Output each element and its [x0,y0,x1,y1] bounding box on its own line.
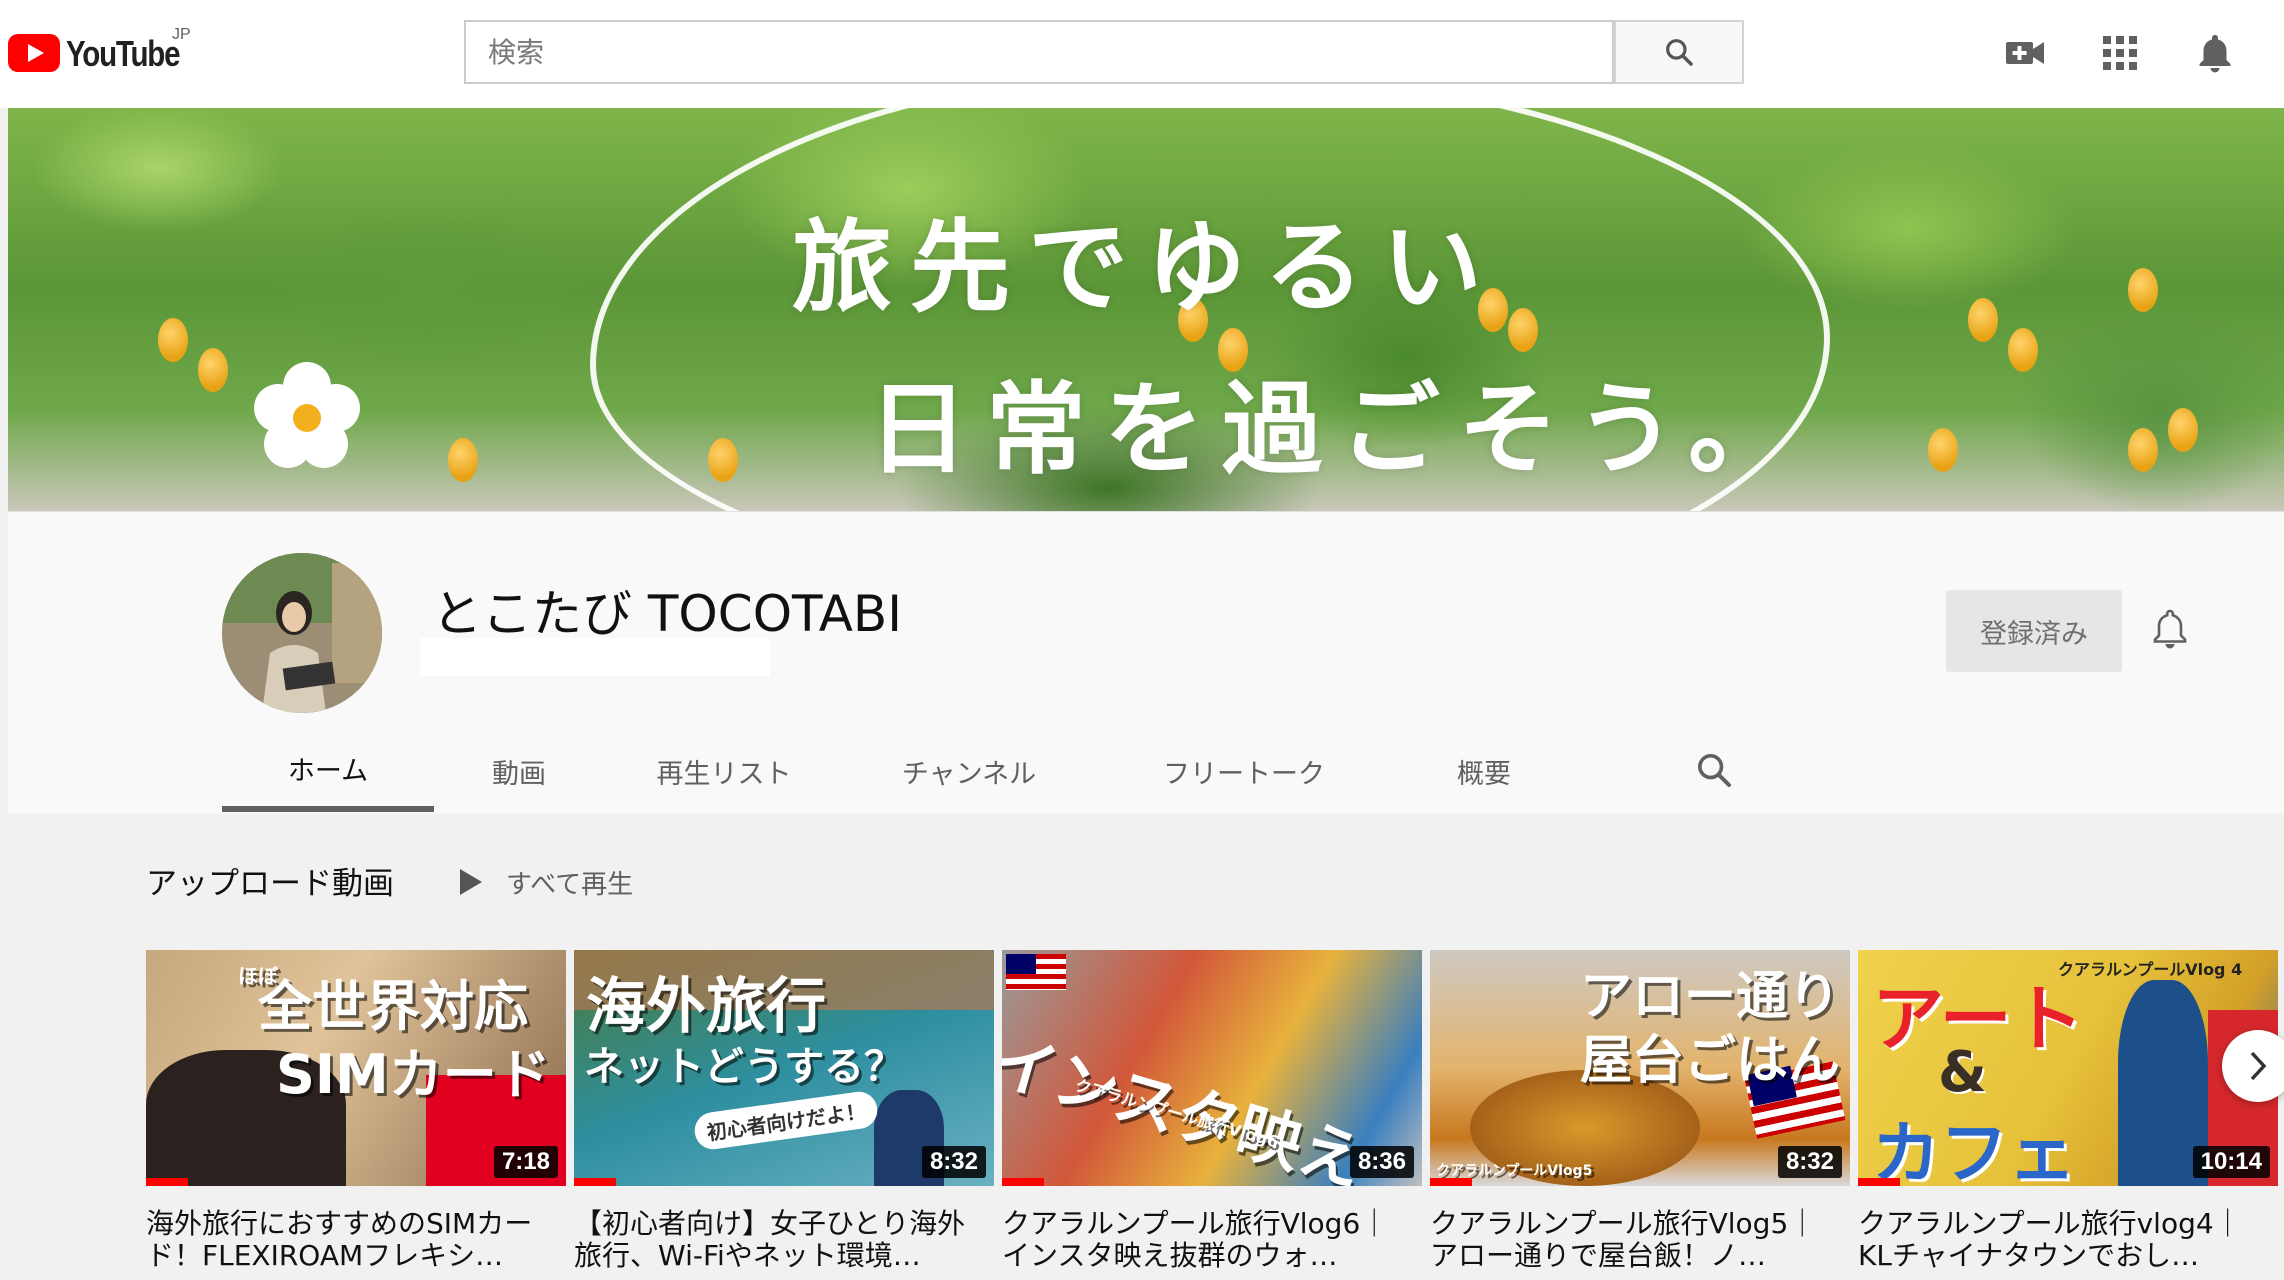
thumbnail-text: 屋台ごはん [1580,1031,1841,1091]
channel-name: とこたび TOCOTABI [432,585,902,643]
video-duration: 7:18 [493,1146,558,1178]
thumbnail-text: カフェ [1872,1115,2077,1186]
subscriber-count-redacted [420,638,770,676]
tab-home[interactable]: ホーム [222,730,434,812]
masthead: YouTube JP [0,0,2284,108]
video-card[interactable]: 海外旅行 ネットどうする？ 初心者向けだよ！ 8:32 【初心者向け】女子ひとり… [574,950,994,1272]
tab-about[interactable]: 概要 [1394,730,1574,812]
banner-decoration [2168,408,2198,452]
video-card[interactable]: インスタ映え クアラルンプール旅行Vlog6 8:36 クアラルンプール旅行Vl… [1002,950,1422,1272]
apps-grid-icon[interactable] [2097,30,2143,76]
channel-banner: 旅先でゆるい 日常を過ごそう。 [8,108,2284,511]
search-box [464,20,1616,84]
youtube-play-icon [8,34,60,72]
watch-progress-bar [146,1178,188,1186]
banner-decoration [1928,428,1958,472]
banner-text-line2: 日常を過ごそう。 [868,371,1806,488]
video-title[interactable]: クアラルンプール旅行Vlog6｜インスタ映え抜群のウォ… [1002,1208,1402,1272]
video-card[interactable]: クアラルンプールVlog 4 アート & カフェ 10:14 クアラルンプール旅… [1858,950,2278,1272]
video-thumbnail[interactable]: クアラルンプールVlog 4 アート & カフェ 10:14 [1858,950,2278,1186]
tab-free-talk[interactable]: フリートーク [1094,730,1394,812]
tab-videos[interactable]: 動画 [434,730,604,812]
banner-text-line1: 旅先でゆるい [792,209,1500,326]
watch-progress-bar [1002,1178,1044,1186]
video-duration: 8:32 [921,1146,986,1178]
video-thumbnail[interactable]: 海外旅行 ネットどうする？ 初心者向けだよ！ 8:32 [574,950,994,1186]
play-icon [460,869,482,895]
channel-notification-bell-icon[interactable] [2148,604,2192,654]
watch-progress-bar [1858,1178,1900,1186]
thumbnail-text: ネットどうする？ [584,1044,904,1090]
chevron-right-icon [2250,1051,2267,1081]
avatar-photo-icon [222,553,382,713]
video-title[interactable]: クアラルンプール旅行vlog4｜KLチャイナタウンでおし… [1858,1208,2258,1272]
banner-decoration [2128,268,2158,312]
play-all-button[interactable]: すべて再生 [460,862,633,902]
channel-search-icon[interactable] [1694,750,1740,796]
thumbnail-text: クアラルンプールVlog 4 [2058,960,2243,979]
tab-playlists[interactable]: 再生リスト [604,730,844,812]
thumbnail-text: クアラルンプールVlog5 [1436,1163,1593,1179]
shelf-next-button[interactable] [2222,1030,2284,1102]
tab-channels[interactable]: チャンネル [844,730,1094,812]
watch-progress-bar [574,1178,616,1186]
search-input[interactable] [466,22,1616,82]
video-card[interactable]: アロー通り 屋台ごはん クアラルンプールVlog5 8:32 クアラルンプール旅… [1430,950,1850,1272]
banner-decoration [158,318,188,362]
subscribed-button[interactable]: 登録済み [1946,590,2122,672]
notifications-bell-icon[interactable] [2192,30,2238,76]
video-duration: 10:14 [2192,1146,2270,1178]
banner-decoration [2128,428,2158,472]
thumbnail-text: 海外旅行 [586,972,826,1042]
banner-decoration [448,438,478,482]
logo-text: YouTube [66,33,181,74]
video-thumbnail[interactable]: アロー通り 屋台ごはん クアラルンプールVlog5 8:32 [1430,950,1850,1186]
thumbnail-text: SIMカード [276,1043,551,1106]
create-video-icon[interactable] [2002,30,2048,76]
search-icon [1666,39,1693,66]
video-card[interactable]: ほぼ 全世界対応 SIMカード 7:18 海外旅行におすすめのSIMカード！FL… [146,950,566,1272]
banner-decoration [1968,298,1998,342]
channel-avatar[interactable] [222,553,382,713]
video-duration: 8:32 [1777,1146,1842,1178]
search-button[interactable] [1614,20,1744,84]
video-title[interactable]: 【初心者向け】女子ひとり海外旅行、Wi-Fiやネット環境… [574,1208,974,1272]
watch-progress-bar [1430,1178,1472,1186]
video-thumbnail[interactable]: ほぼ 全世界対応 SIMカード 7:18 [146,950,566,1186]
video-thumbnail[interactable]: インスタ映え クアラルンプール旅行Vlog6 8:36 [1002,950,1422,1186]
video-duration: 8:36 [1349,1146,1414,1178]
play-all-label: すべて再生 [506,869,634,900]
flower-icon [254,362,360,468]
region-code: JP [172,26,191,43]
thumbnail-text: 初心者向けだよ！ [692,1089,880,1152]
thumbnail-text: インスタ映え [1002,1024,1372,1186]
uploads-section-title[interactable]: アップロード動画 [146,858,394,903]
video-title[interactable]: 海外旅行におすすめのSIMカード！FLEXIROAMフレキシ… [146,1208,546,1272]
banner-decoration [2008,328,2038,372]
video-title[interactable]: クアラルンプール旅行Vlog5｜アロー通りで屋台飯！ノ… [1430,1208,1830,1272]
banner-decoration [198,348,228,392]
thumbnail-text: & [1938,1040,1987,1105]
